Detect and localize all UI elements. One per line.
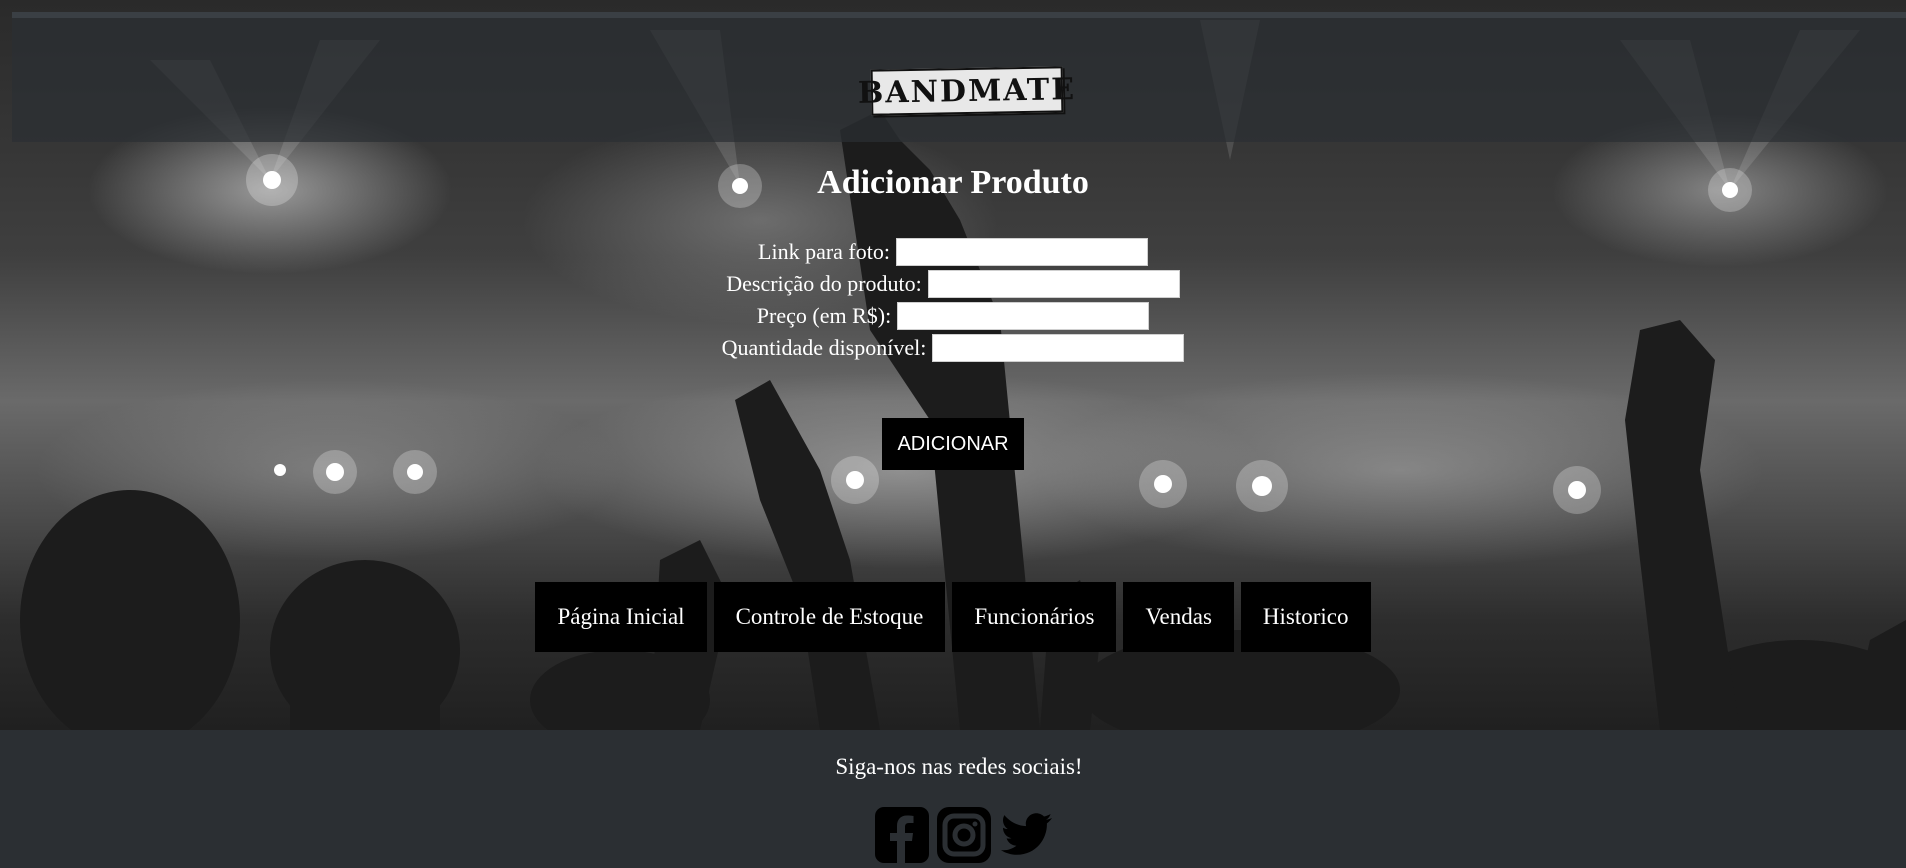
nav-item-employees[interactable]: Funcionários xyxy=(952,582,1117,652)
quantity-label: Quantidade disponível: xyxy=(721,335,927,360)
description-input[interactable] xyxy=(927,270,1180,298)
nav-item-stock-control[interactable]: Controle de Estoque xyxy=(713,582,946,652)
instagram-icon[interactable] xyxy=(936,806,992,864)
nav-item-home[interactable]: Página Inicial xyxy=(535,582,707,652)
site-footer: Siga-nos nas redes sociais! xyxy=(12,730,1906,868)
footer-social-text: Siga-nos nas redes sociais! xyxy=(835,754,1083,779)
photo-link-label: Link para foto: xyxy=(758,239,890,264)
quantity-input[interactable] xyxy=(932,334,1185,362)
add-product-button[interactable]: ADICIONAR xyxy=(882,418,1024,470)
description-label: Descrição do produto: xyxy=(726,271,922,296)
form-row-price: Preço (em R$): xyxy=(0,302,1906,330)
bandmate-logo[interactable]: BANDMATE xyxy=(858,66,1076,116)
twitter-icon[interactable] xyxy=(998,806,1054,864)
site-header: BANDMATE xyxy=(12,12,1906,142)
main-nav: Página Inicial Controle de Estoque Funci… xyxy=(0,582,1906,652)
price-input[interactable] xyxy=(897,302,1150,330)
photo-link-input[interactable] xyxy=(895,238,1148,266)
nav-item-history[interactable]: Historico xyxy=(1240,582,1371,652)
page-title: Adicionar Produto xyxy=(817,164,1089,201)
social-links xyxy=(874,806,1054,864)
logo-text: BANDMATE xyxy=(857,71,1077,111)
form-row-photo-link: Link para foto: xyxy=(0,238,1906,266)
form-row-quantity: Quantidade disponível: xyxy=(0,334,1906,362)
price-label: Preço (em R$): xyxy=(756,303,892,328)
facebook-icon[interactable] xyxy=(874,806,930,864)
form-row-description: Descrição do produto: xyxy=(0,270,1906,298)
page: BANDMATE Adicionar Produto Link para fot… xyxy=(0,0,1906,868)
nav-item-sales[interactable]: Vendas xyxy=(1123,582,1234,652)
